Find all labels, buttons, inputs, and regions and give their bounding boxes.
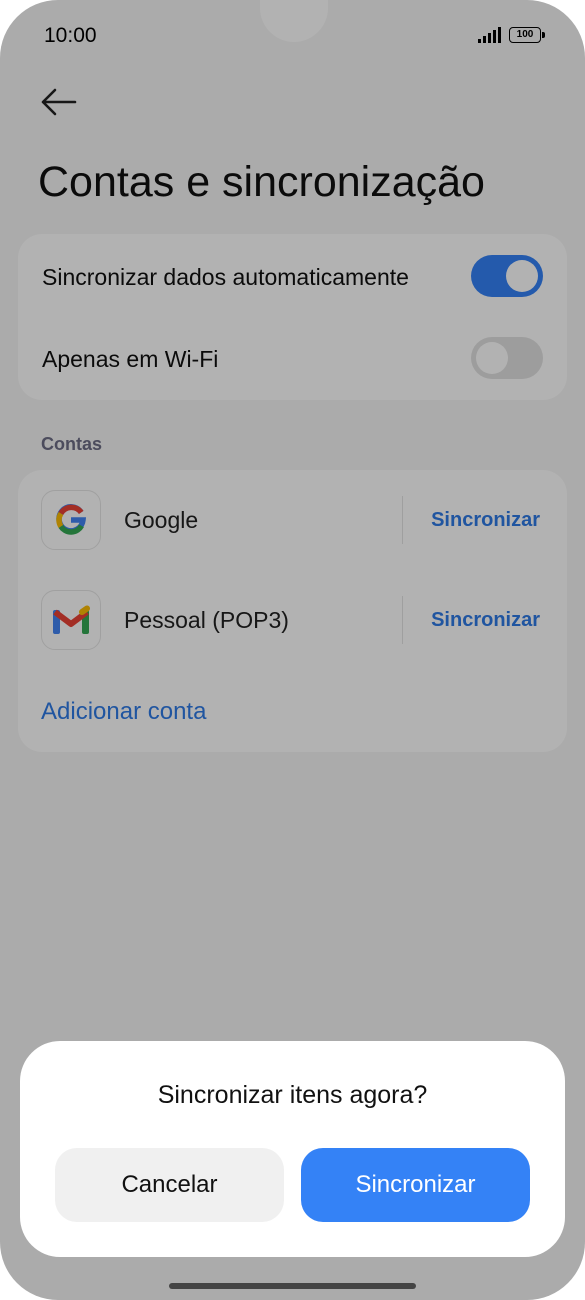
sync-dialog: Sincronizar itens agora? Cancelar Sincro… — [20, 1041, 565, 1257]
home-indicator[interactable] — [169, 1283, 416, 1289]
dialog-title: Sincronizar itens agora? — [157, 1081, 428, 1109]
phone-screen: 10:00 100 Contas e sincronização Sincron… — [0, 0, 585, 1300]
confirm-sync-button[interactable]: Sincronizar — [301, 1148, 530, 1222]
cancel-button[interactable]: Cancelar — [55, 1148, 284, 1222]
